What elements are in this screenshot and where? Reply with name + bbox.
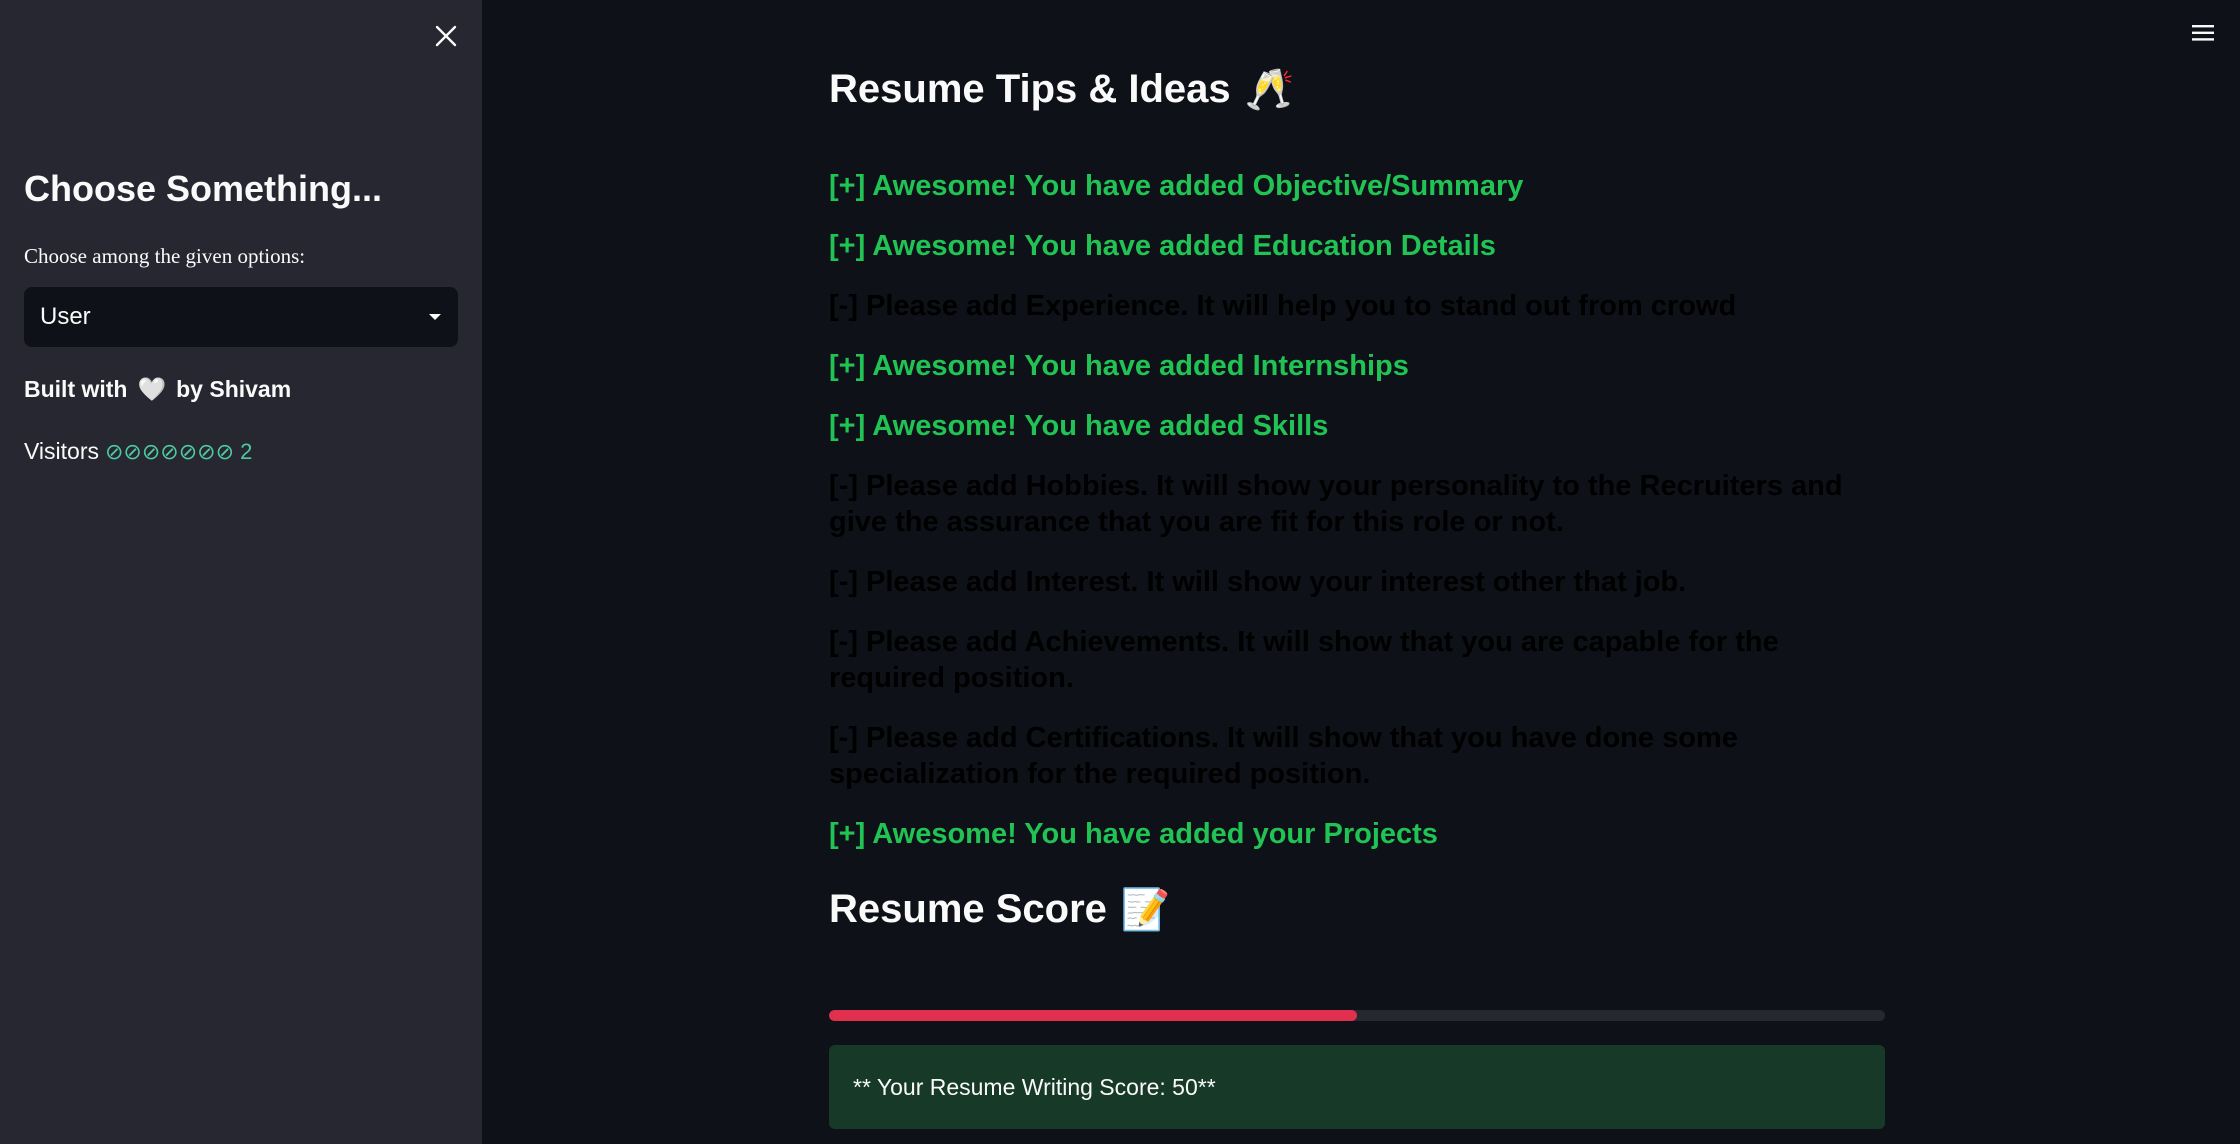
tips-heading: Resume Tips & Ideas 🥂 xyxy=(829,66,1294,113)
select-value: User xyxy=(40,303,91,330)
built-with-text: Built with xyxy=(24,376,128,402)
tip-suggestion: [-] Please add Interest. It will show yo… xyxy=(829,566,1687,598)
visitors-count: ⊘⊘⊘⊘⊘⊘⊘ 2 xyxy=(105,439,253,464)
built-with-credit: Built with 🤍 by Shivam xyxy=(24,376,291,403)
tip-suggestion: [-] Please add Achievements. It will sho… xyxy=(829,626,1779,694)
tip-suggestion: [-] Please add Hobbies. It will show you… xyxy=(829,470,1843,538)
tip-success: [+] Awesome! You have added your Project… xyxy=(829,818,1438,850)
score-alert: ** Your Resume Writing Score: 50** xyxy=(829,1045,1885,1129)
clinking-glasses-icon: 🥂 xyxy=(1244,68,1295,112)
tip-success: [+] Awesome! You have added Education De… xyxy=(829,230,1496,262)
caret-down-icon xyxy=(429,314,441,320)
hamburger-menu-icon xyxy=(2192,25,2214,41)
visitors-label: Visitors xyxy=(24,438,99,464)
score-progress-fill xyxy=(829,1010,1357,1021)
visitors-counter: Visitors ⊘⊘⊘⊘⊘⊘⊘ 2 xyxy=(24,438,252,465)
user-type-select[interactable]: User xyxy=(24,287,458,347)
memo-icon: 📝 xyxy=(1120,888,1171,932)
score-text: ** Your Resume Writing Score: 50** xyxy=(853,1073,1216,1100)
select-label: Choose among the given options: xyxy=(24,244,306,268)
built-by-text: by Shivam xyxy=(176,376,292,402)
score-progress-bar xyxy=(829,1010,1885,1021)
tip-suggestion: [-] Please add Experience. It will help … xyxy=(829,290,1737,322)
score-heading: Resume Score 📝 xyxy=(829,886,1171,933)
sidebar: Choose Something... Choose among the giv… xyxy=(0,0,482,1144)
tip-success: [+] Awesome! You have added Skills xyxy=(829,410,1329,442)
close-icon xyxy=(435,25,457,47)
close-sidebar-button[interactable] xyxy=(428,18,464,54)
tip-suggestion: [-] Please add Certifications. It will s… xyxy=(829,722,1738,790)
sidebar-title: Choose Something... xyxy=(24,168,383,209)
tips-heading-text: Resume Tips & Ideas xyxy=(829,67,1231,111)
score-heading-text: Resume Score xyxy=(829,887,1107,931)
heart-icon: 🤍 xyxy=(137,376,167,402)
tip-success: [+] Awesome! You have added Internships xyxy=(829,350,1409,382)
tip-success: [+] Awesome! You have added Objective/Su… xyxy=(829,170,1524,202)
tips-list: [+] Awesome! You have added Objective/Su… xyxy=(829,168,1885,876)
main-menu-button[interactable] xyxy=(2190,22,2218,44)
